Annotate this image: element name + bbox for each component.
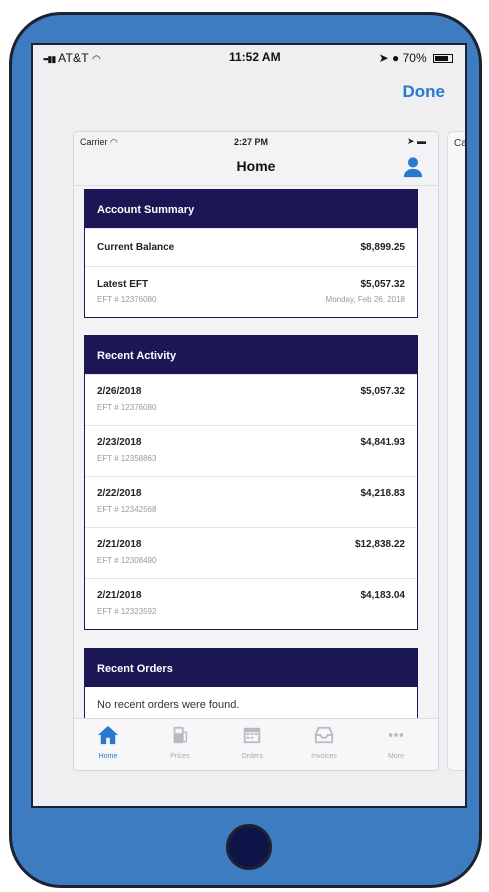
latest-eft-number: EFT # 12376080 bbox=[97, 295, 157, 304]
battery-icon bbox=[433, 54, 453, 64]
wifi-icon: ◠ bbox=[92, 54, 102, 65]
tab-invoices-label: Invoices bbox=[311, 753, 337, 760]
recent-orders-header: Recent Orders bbox=[85, 649, 417, 687]
activity-eft: EFT # 12376080 bbox=[97, 403, 157, 412]
app-screenshot-card[interactable]: Carrier ◠ 2:27 PM ➤ ▬ Home Account Summa… bbox=[73, 131, 439, 771]
tab-invoices[interactable]: Invoices bbox=[294, 725, 354, 760]
activity-date: 2/21/2018 bbox=[97, 539, 142, 550]
calendar-icon bbox=[243, 727, 261, 744]
activity-eft: EFT # 12358863 bbox=[97, 454, 157, 463]
latest-eft-row[interactable]: Latest EFT $5,057.32 EFT # 12376080 Mond… bbox=[85, 266, 417, 317]
activity-amount: $4,218.83 bbox=[360, 488, 406, 499]
activity-amount: $4,183.04 bbox=[360, 590, 406, 601]
current-balance-label: Current Balance bbox=[97, 242, 175, 253]
device-screen: ▪▪▮▮ AT&T ◠ 11:52 AM ➤ ● 70% Done Ca Car… bbox=[31, 43, 467, 808]
tab-orders[interactable]: Orders bbox=[222, 725, 282, 760]
recent-orders-panel: Recent Orders No recent orders were foun… bbox=[84, 648, 418, 728]
activity-eft: EFT # 12323592 bbox=[97, 607, 157, 616]
tab-home[interactable]: Home bbox=[78, 725, 138, 760]
user-profile-icon[interactable] bbox=[402, 156, 424, 178]
inbox-icon bbox=[314, 726, 334, 744]
tab-home-label: Home bbox=[98, 753, 118, 760]
tab-prices[interactable]: Prices bbox=[150, 725, 210, 760]
activity-row[interactable]: 2/22/2018 $4,218.83 EFT # 12342568 bbox=[85, 476, 417, 527]
recent-orders-empty-message: No recent orders were found. bbox=[97, 699, 240, 711]
alarm-icon: ● bbox=[392, 51, 400, 65]
location-arrow-icon: ➤ bbox=[378, 51, 389, 65]
recent-activity-header: Recent Activity bbox=[85, 336, 417, 374]
outer-status-time: 11:52 AM bbox=[229, 50, 281, 64]
background-card[interactable]: Ca bbox=[447, 131, 467, 771]
activity-row[interactable]: 2/23/2018 $4,841.93 EFT # 12358863 bbox=[85, 425, 417, 476]
current-balance-row: Current Balance $8,899.25 bbox=[85, 228, 417, 266]
page-title: Home bbox=[236, 158, 276, 174]
inner-battery-icon: ➤ ▬ bbox=[406, 136, 426, 146]
background-card-label: Ca bbox=[454, 138, 467, 149]
battery-percent: 70% bbox=[402, 51, 427, 65]
inner-carrier-label: Carrier bbox=[80, 137, 108, 147]
inner-status-time: 2:27 PM bbox=[234, 137, 269, 147]
navigation-bar: Home bbox=[74, 150, 438, 186]
activity-date: 2/21/2018 bbox=[97, 590, 142, 601]
tab-orders-label: Orders bbox=[241, 753, 263, 760]
signal-carrier: ▪▪▮▮ AT&T ◠ bbox=[43, 51, 101, 65]
activity-row[interactable]: 2/21/2018 $12,838.22 EFT # 12308490 bbox=[85, 527, 417, 578]
home-icon bbox=[98, 725, 118, 745]
activity-eft: EFT # 12342568 bbox=[97, 505, 157, 514]
activity-amount: $5,057.32 bbox=[360, 386, 406, 397]
activity-date: 2/26/2018 bbox=[97, 386, 142, 397]
inner-carrier: Carrier ◠ bbox=[80, 137, 118, 148]
outer-status-bar: ▪▪▮▮ AT&T ◠ 11:52 AM ➤ ● 70% bbox=[33, 45, 465, 69]
activity-amount: $4,841.93 bbox=[360, 437, 406, 448]
account-summary-header: Account Summary bbox=[85, 190, 417, 228]
account-summary-panel: Account Summary Current Balance $8,899.2… bbox=[84, 189, 418, 318]
activity-date: 2/23/2018 bbox=[97, 437, 142, 448]
outer-status-right: ➤ ● 70% bbox=[379, 51, 453, 65]
latest-eft-label: Latest EFT bbox=[97, 279, 149, 290]
device-home-button[interactable] bbox=[226, 824, 272, 870]
activity-amount: $12,838.22 bbox=[354, 539, 405, 550]
more-dots-icon bbox=[388, 733, 404, 737]
latest-eft-value: $5,057.32 bbox=[360, 279, 406, 290]
latest-eft-date: Monday, Feb 26, 2018 bbox=[325, 295, 405, 304]
activity-row[interactable]: 2/26/2018 $5,057.32 EFT # 12376080 bbox=[85, 374, 417, 425]
current-balance-value: $8,899.25 bbox=[360, 242, 406, 253]
tab-more-label: More bbox=[388, 753, 404, 760]
recent-activity-panel: Recent Activity 2/26/2018 $5,057.32 EFT … bbox=[84, 335, 418, 630]
tab-bar: Home Prices Orders Invoices More bbox=[74, 718, 438, 770]
inner-status-bar: Carrier ◠ 2:27 PM ➤ ▬ bbox=[74, 132, 438, 150]
tab-more[interactable]: More bbox=[366, 725, 426, 760]
fuel-pump-icon bbox=[173, 726, 188, 744]
tab-prices-label: Prices bbox=[170, 753, 190, 760]
activity-eft: EFT # 12308490 bbox=[97, 556, 157, 565]
activity-row[interactable]: 2/21/2018 $4,183.04 EFT # 12323592 bbox=[85, 578, 417, 629]
outer-carrier-label: AT&T bbox=[58, 51, 89, 65]
done-button[interactable]: Done bbox=[403, 82, 446, 102]
inner-wifi-icon: ◠ bbox=[110, 137, 118, 147]
signal-bars-icon: ▪▪▮▮ bbox=[43, 54, 56, 64]
activity-date: 2/22/2018 bbox=[97, 488, 142, 499]
